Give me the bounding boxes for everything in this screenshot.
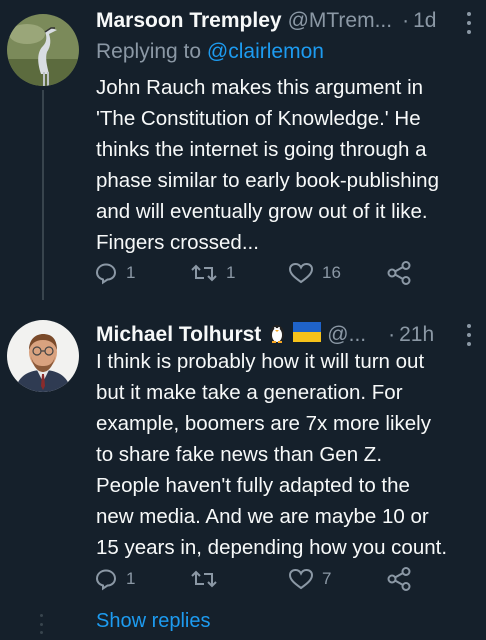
ukraine-flag-icon xyxy=(293,322,322,348)
separator-dot: · xyxy=(402,9,410,32)
reply-count: 1 xyxy=(126,263,136,282)
separator-dot: · xyxy=(388,323,396,346)
tweet-text: I think is probably how it will turn out… xyxy=(96,350,448,559)
thread-dots xyxy=(40,614,44,634)
reply-icon xyxy=(95,569,117,591)
retweet-icon xyxy=(191,264,217,282)
author-handle[interactable]: @... xyxy=(327,323,366,347)
timestamp[interactable]: 1d xyxy=(413,9,436,33)
retweet-icon xyxy=(191,570,217,588)
mention-link[interactable]: @clairlemon xyxy=(207,40,324,63)
tweet-header: Marsoon Trempley @MTrem... · 1d xyxy=(96,6,476,36)
replying-to: Replying to @clairlemon xyxy=(96,40,324,64)
like-button[interactable]: 16 xyxy=(288,258,341,288)
show-replies-link[interactable]: Show replies xyxy=(96,610,211,633)
retweet-button[interactable] xyxy=(190,564,226,594)
share-button[interactable] xyxy=(386,564,412,594)
tweet-actions: 1 1 16 xyxy=(94,258,424,288)
tweet-text: John Rauch makes this argument in 'The C… xyxy=(96,76,439,254)
reply-button[interactable]: 1 xyxy=(94,258,135,288)
avatar[interactable] xyxy=(7,14,79,86)
author-name[interactable]: Marsoon Trempley xyxy=(96,9,282,33)
reply-button[interactable]: 1 xyxy=(94,564,135,594)
tweet[interactable]: Marsoon Trempley @MTrem... · 1d Replying… xyxy=(0,0,486,300)
like-button[interactable]: 7 xyxy=(288,564,331,594)
timestamp[interactable]: 21h xyxy=(399,323,434,347)
more-icon[interactable] xyxy=(466,324,472,346)
author-handle[interactable]: @MTrem... xyxy=(288,9,393,33)
tweet[interactable]: Michael Tolhurst @... · 21h I think is p… xyxy=(0,306,486,606)
like-count: 7 xyxy=(322,569,332,588)
like-count: 16 xyxy=(322,263,341,282)
reply-icon xyxy=(95,263,117,285)
thread-connector xyxy=(42,90,44,300)
share-button[interactable] xyxy=(386,258,412,288)
replying-to-label: Replying to xyxy=(96,40,207,63)
more-icon[interactable] xyxy=(466,12,472,34)
like-icon xyxy=(288,568,314,590)
tweet-actions: 1 7 xyxy=(94,564,424,594)
share-icon xyxy=(387,567,411,591)
retweet-count: 1 xyxy=(226,263,236,282)
reply-count: 1 xyxy=(126,569,136,588)
share-icon xyxy=(387,261,411,285)
avatar[interactable] xyxy=(7,320,79,392)
retweet-button[interactable]: 1 xyxy=(190,258,235,288)
author-name[interactable]: Michael Tolhurst xyxy=(96,323,261,347)
like-icon xyxy=(288,262,314,284)
